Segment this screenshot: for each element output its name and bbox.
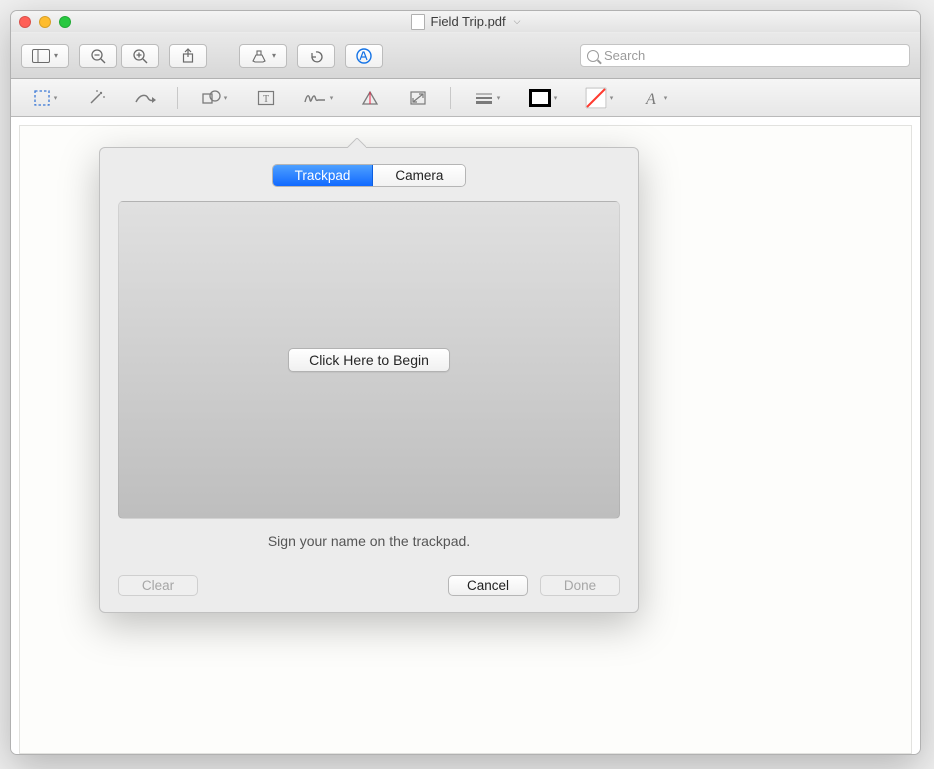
- text-box-icon: T: [257, 90, 275, 106]
- markup-toggle-button[interactable]: [345, 44, 383, 68]
- chevron-down-icon: ▾: [330, 94, 334, 102]
- chevron-down-icon: ▾: [610, 94, 614, 102]
- titlebar: Field Trip.pdf ⌵: [11, 11, 920, 33]
- search-input[interactable]: Search: [580, 44, 910, 67]
- signature-popover: Trackpad Camera Click Here to Begin Sign…: [99, 147, 639, 613]
- view-mode-button[interactable]: ▾: [21, 44, 69, 68]
- border-color-button[interactable]: ▾: [523, 86, 563, 110]
- preview-window: Field Trip.pdf ⌵ ▾ ▾: [10, 10, 921, 755]
- cancel-button[interactable]: Cancel: [448, 575, 528, 596]
- close-window-button[interactable]: [19, 16, 31, 28]
- toolbar-separator: [177, 87, 178, 109]
- text-tool-button[interactable]: T: [250, 86, 282, 110]
- window-controls: [19, 16, 71, 28]
- shapes-icon: [201, 89, 221, 107]
- magic-wand-icon: [87, 89, 107, 107]
- text-style-button[interactable]: A ▾: [635, 86, 675, 110]
- svg-text:T: T: [263, 94, 269, 105]
- line-weight-icon: [474, 91, 494, 105]
- pdf-document-icon: [411, 14, 425, 30]
- chevron-down-icon: ▾: [224, 94, 228, 102]
- instant-alpha-button[interactable]: [81, 86, 113, 110]
- sidebar-icon: [32, 49, 50, 63]
- adjust-size-button[interactable]: [402, 86, 434, 110]
- share-button[interactable]: [169, 44, 207, 68]
- sketch-icon: [134, 90, 156, 106]
- markup-icon: [355, 47, 373, 65]
- signature-mode-segment: Trackpad Camera: [118, 164, 620, 187]
- zoom-window-button[interactable]: [59, 16, 71, 28]
- popover-buttons: Clear Cancel Done: [118, 575, 620, 596]
- fill-color-button[interactable]: ▾: [579, 86, 619, 110]
- toolbar-separator: [450, 87, 451, 109]
- signature-capture-area[interactable]: Click Here to Begin: [118, 201, 620, 519]
- sketch-tool-button[interactable]: [129, 86, 161, 110]
- highlighter-icon: [250, 49, 268, 63]
- rotate-icon: [308, 48, 324, 64]
- prism-icon: [361, 90, 379, 106]
- markup-toolbar: ▾ ▾ T ▾ ▾: [11, 79, 920, 117]
- done-button[interactable]: Done: [540, 575, 620, 596]
- window-title: Field Trip.pdf ⌵: [11, 14, 920, 30]
- zoom-in-icon: [132, 48, 148, 64]
- highlight-button[interactable]: ▾: [239, 44, 287, 68]
- adjust-color-button[interactable]: [354, 86, 386, 110]
- svg-text:A: A: [645, 91, 656, 107]
- main-toolbar: ▾ ▾ Search: [11, 33, 920, 79]
- minimize-window-button[interactable]: [39, 16, 51, 28]
- chevron-down-icon: ▾: [54, 51, 58, 60]
- signature-instruction-text: Sign your name on the trackpad.: [118, 533, 620, 549]
- share-icon: [181, 48, 195, 64]
- search-container: Search: [393, 44, 910, 67]
- signature-icon: [303, 90, 327, 106]
- border-swatch-icon: [529, 89, 551, 107]
- title-dropdown-icon[interactable]: ⌵: [514, 16, 521, 27]
- selection-rect-icon: [33, 89, 51, 107]
- chevron-down-icon: ▾: [664, 94, 668, 102]
- resize-icon: [409, 90, 427, 106]
- document-area: Trackpad Camera Click Here to Begin Sign…: [11, 117, 920, 754]
- chevron-down-icon: ▾: [497, 94, 501, 102]
- font-style-icon: A: [643, 89, 661, 107]
- chevron-down-icon: ▾: [554, 94, 558, 102]
- rotate-button[interactable]: [297, 44, 335, 68]
- selection-tool-button[interactable]: ▾: [25, 86, 65, 110]
- popover-arrow: [346, 138, 366, 148]
- zoom-in-button[interactable]: [121, 44, 159, 68]
- chevron-down-icon: ▾: [272, 51, 276, 60]
- chevron-down-icon: ▾: [54, 94, 58, 102]
- camera-tab[interactable]: Camera: [372, 165, 465, 186]
- click-to-begin-button[interactable]: Click Here to Begin: [288, 348, 450, 372]
- zoom-out-icon: [90, 48, 106, 64]
- document-title-text: Field Trip.pdf: [431, 14, 506, 29]
- line-style-button[interactable]: ▾: [467, 86, 507, 110]
- shapes-button[interactable]: ▾: [194, 86, 234, 110]
- trackpad-tab[interactable]: Trackpad: [273, 165, 373, 186]
- search-icon: [587, 50, 599, 62]
- zoom-out-button[interactable]: [79, 44, 117, 68]
- zoom-group: [79, 44, 159, 68]
- search-placeholder-text: Search: [604, 48, 645, 63]
- clear-button[interactable]: Clear: [118, 575, 198, 596]
- fill-swatch-icon: [585, 87, 607, 109]
- sign-button[interactable]: ▾: [298, 86, 338, 110]
